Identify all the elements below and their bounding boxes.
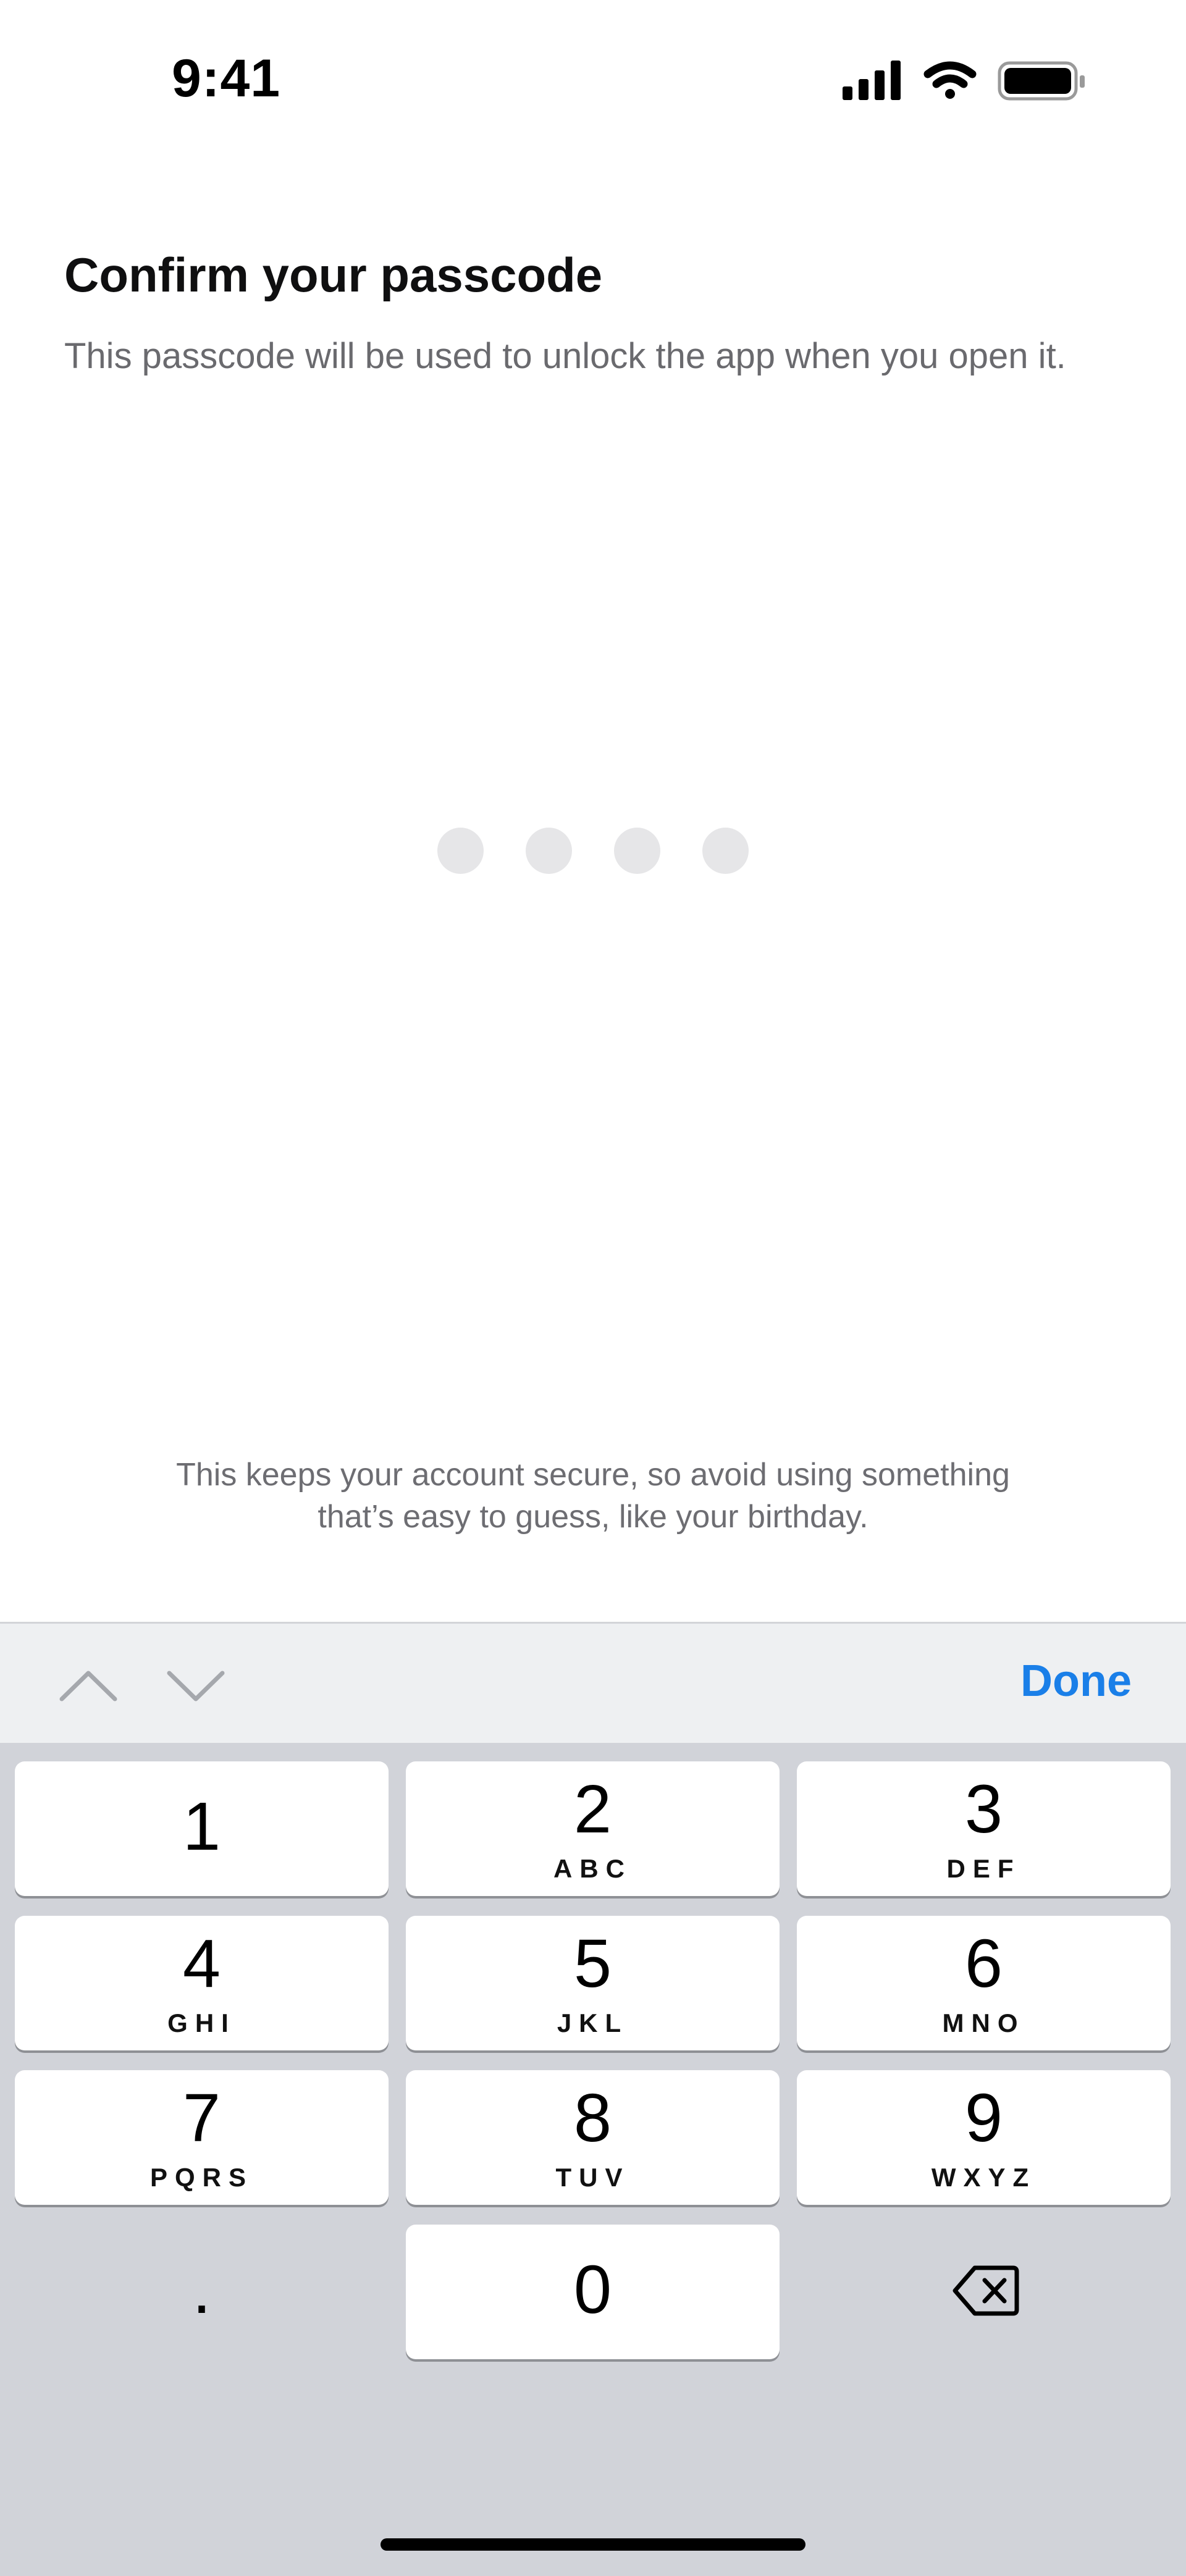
passcode-dot bbox=[702, 828, 749, 874]
key-letters: GHI bbox=[167, 2008, 236, 2037]
key-5[interactable]: 5 JKL bbox=[406, 1916, 780, 2050]
security-hint-line1: This keeps your account secure, so avoid… bbox=[176, 1457, 1010, 1493]
key-3[interactable]: 3 DEF bbox=[797, 1761, 1171, 1896]
key-8[interactable]: 8 TUV bbox=[406, 2070, 780, 2205]
key-digit: 9 bbox=[964, 2080, 1003, 2156]
passcode-dot bbox=[614, 828, 660, 874]
status-icons bbox=[840, 56, 1087, 105]
passcode-indicator bbox=[0, 828, 1186, 875]
key-1[interactable]: 1 bbox=[15, 1761, 389, 1896]
key-letters: PQRS bbox=[149, 2163, 254, 2192]
status-time: 9:41 bbox=[172, 49, 281, 108]
security-hint-line2: that’s easy to guess, like your birthday… bbox=[318, 1499, 868, 1535]
key-digit: 6 bbox=[964, 1926, 1003, 2002]
backspace-key[interactable] bbox=[797, 2225, 1171, 2359]
key-0[interactable]: 0 bbox=[406, 2225, 780, 2359]
wifi-icon bbox=[923, 61, 977, 99]
key-letters: MNO bbox=[942, 2008, 1025, 2037]
key-letters: JKL bbox=[557, 2008, 629, 2037]
key-2[interactable]: 2 ABC bbox=[406, 1761, 780, 1896]
numeric-keypad: 1 2 ABC 3 DEF 4 GHI 5 JKL 6 MNO 7 PQRS 8… bbox=[0, 1743, 1186, 2576]
key-letters: ABC bbox=[553, 1854, 632, 1883]
page-subtitle: This passcode will be used to unlock the… bbox=[64, 336, 1066, 376]
passcode-dot bbox=[526, 828, 572, 874]
key-digit: 1 bbox=[182, 1789, 221, 1865]
key-6[interactable]: 6 MNO bbox=[797, 1916, 1171, 2050]
home-indicator bbox=[381, 2538, 805, 2551]
key-letters: WXYZ bbox=[931, 2163, 1037, 2192]
key-9[interactable]: 9 WXYZ bbox=[797, 2070, 1171, 2205]
key-digit: 2 bbox=[573, 1771, 612, 1847]
keyboard-accessory-bar: Done bbox=[0, 1622, 1186, 1743]
key-7[interactable]: 7 PQRS bbox=[15, 2070, 389, 2205]
key-digit: 0 bbox=[573, 2252, 612, 2328]
key-digit: 8 bbox=[573, 2080, 612, 2156]
key-digit: 3 bbox=[964, 1771, 1003, 1847]
cellular-signal-icon bbox=[843, 61, 901, 100]
key-letters: TUV bbox=[555, 2163, 630, 2192]
backspace-icon bbox=[953, 2265, 1019, 2316]
chevron-up-icon[interactable] bbox=[54, 1659, 122, 1709]
battery-icon bbox=[998, 61, 1085, 101]
done-button[interactable]: Done bbox=[1020, 1656, 1132, 1706]
chevron-down-icon[interactable] bbox=[162, 1659, 230, 1709]
key-digit: 5 bbox=[573, 1926, 612, 2002]
key-digit: 4 bbox=[182, 1926, 221, 2002]
key-decimal[interactable]: . bbox=[15, 2225, 389, 2359]
key-4[interactable]: 4 GHI bbox=[15, 1916, 389, 2050]
key-letters: DEF bbox=[946, 1854, 1021, 1883]
page-title: Confirm your passcode bbox=[64, 248, 603, 302]
key-decimal-label: . bbox=[192, 2252, 211, 2328]
security-hint: This keeps your account secure, so avoid… bbox=[99, 1454, 1087, 1538]
key-digit: 7 bbox=[182, 2080, 221, 2156]
passcode-dot bbox=[437, 828, 484, 874]
